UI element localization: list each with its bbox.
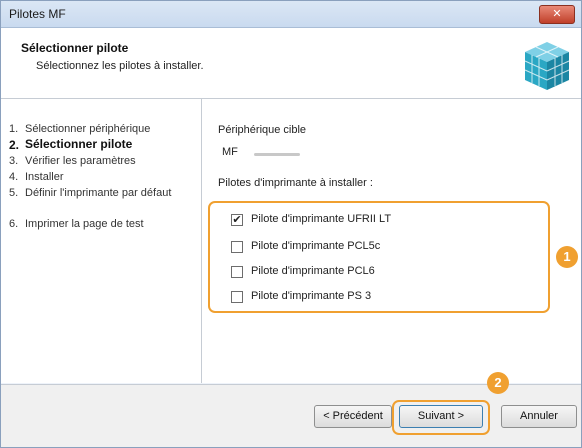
next-button[interactable]: Suivant >: [399, 405, 483, 428]
cancel-button[interactable]: Annuler: [501, 405, 577, 428]
driver-package-icon: [524, 42, 570, 90]
installer-window: Pilotes MF ✕ Sélectionner pilote Sélecti…: [0, 0, 582, 448]
back-button[interactable]: < Précédent: [314, 405, 392, 428]
target-device-name: MF: [222, 146, 238, 158]
device-name-redaction: [254, 153, 300, 156]
step-select-device: 1. Sélectionner périphérique: [9, 123, 151, 135]
wizard-header: Sélectionner pilote Sélectionnez les pil…: [1, 28, 581, 99]
step-install: 4. Installer: [9, 171, 64, 183]
callout-badge-2: 2: [487, 372, 509, 394]
close-icon: ✕: [552, 8, 562, 20]
page-title: Sélectionner pilote: [21, 41, 129, 55]
driver-checkbox[interactable]: [231, 241, 243, 253]
title-bar[interactable]: Pilotes MF ✕: [1, 1, 581, 28]
driver-checkbox[interactable]: ✔: [231, 214, 243, 226]
step-print-test-page: 6. Imprimer la page de test: [9, 218, 144, 230]
step-check-settings: 3. Vérifier les paramètres: [9, 155, 136, 167]
callout-badge-1: 1: [556, 246, 578, 268]
step-select-driver: 2. Sélectionner pilote: [9, 137, 133, 152]
page-subtitle: Sélectionnez les pilotes à installer.: [36, 60, 204, 72]
driver-checkbox[interactable]: [231, 291, 243, 303]
driver-list-highlight: ✔ Pilote d'imprimante UFRII LT Pilote d'…: [208, 201, 550, 313]
driver-selection-panel: Périphérique cible MF Pilotes d'impriman…: [202, 99, 581, 383]
driver-checkbox[interactable]: [231, 266, 243, 278]
steps-panel: 1. Sélectionner périphérique 2. Sélectionn…: [1, 99, 202, 383]
window-title: Pilotes MF: [9, 7, 66, 21]
close-button[interactable]: ✕: [539, 5, 575, 24]
drivers-label: Pilotes d'imprimante à installer :: [218, 177, 373, 189]
step-set-default-printer: 5. Définir l'imprimante par défaut: [9, 187, 172, 199]
target-device-label: Périphérique cible: [218, 124, 307, 136]
wizard-footer: < Précédent Suivant > Annuler: [1, 384, 581, 447]
